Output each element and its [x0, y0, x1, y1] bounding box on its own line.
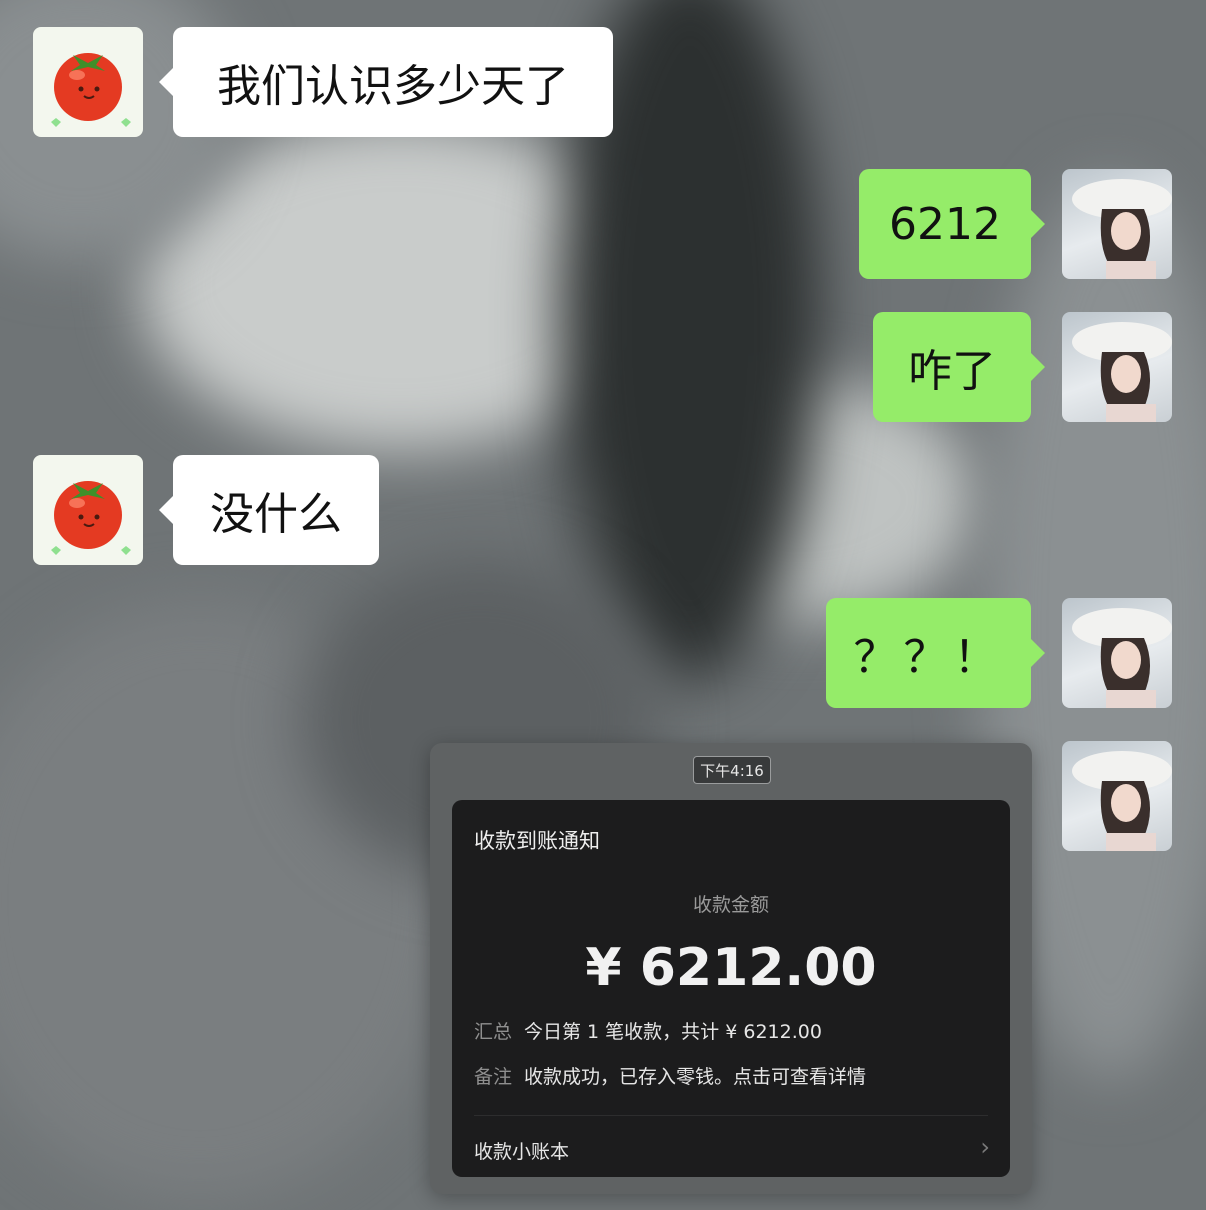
amount-label: 收款金额 [692, 894, 769, 916]
girl-portrait-icon [1072, 322, 1172, 422]
tomato-icon [51, 53, 131, 127]
note-value: 收款成功，已存入零钱。点击可查看详情 [524, 1066, 867, 1088]
self-avatar[interactable] [1062, 312, 1172, 422]
girl-portrait-icon [1072, 608, 1172, 708]
payment-notification-card[interactable]: 下午4:16 收款到账通知 收款金额 ¥ 6212.00 汇总 今日第 1 笔收款… [430, 743, 1032, 1194]
girl-portrait-icon [1072, 751, 1172, 851]
message-bubble-received[interactable]: 没什么 [159, 455, 379, 565]
summary-value: 今日第 1 笔收款，共计 ¥ 6212.00 [524, 1021, 822, 1043]
self-avatar[interactable] [1062, 598, 1172, 708]
self-avatar[interactable] [1062, 741, 1172, 851]
payment-amount: ¥ 6212.00 [585, 938, 877, 998]
divider [474, 1115, 988, 1116]
message-timestamp: 下午4:16 [693, 756, 771, 784]
contact-avatar[interactable] [33, 27, 143, 137]
note-row: 备注 收款成功，已存入零钱。点击可查看详情 [474, 1062, 866, 1089]
contact-avatar[interactable] [33, 455, 143, 565]
self-avatar[interactable] [1062, 169, 1172, 279]
message-bubble-sent[interactable]: 咋了 [873, 312, 1045, 422]
tomato-icon [51, 481, 131, 555]
summary-row: 汇总 今日第 1 笔收款，共计 ¥ 6212.00 [474, 1017, 822, 1044]
payment-card-title: 收款到账通知 [474, 829, 600, 853]
chat-area: 我们认识多少天了 6212 咋了 没什么 ？？！ 下午4:16 收款到账通知 收… [0, 0, 1206, 1210]
message-bubble-received[interactable]: 我们认识多少天了 [159, 27, 613, 137]
note-label: 备注 [474, 1066, 513, 1088]
message-bubble-sent[interactable]: 6212 [859, 169, 1045, 279]
payment-card-body[interactable]: 收款到账通知 收款金额 ¥ 6212.00 汇总 今日第 1 笔收款，共计 ¥ 6… [452, 800, 1010, 1177]
chevron-right-icon[interactable]: › [980, 1133, 990, 1161]
ledger-link[interactable]: 收款小账本 [474, 1137, 569, 1164]
summary-label: 汇总 [474, 1021, 513, 1043]
girl-portrait-icon [1072, 179, 1172, 279]
message-bubble-sent[interactable]: ？？！ [826, 598, 1045, 708]
